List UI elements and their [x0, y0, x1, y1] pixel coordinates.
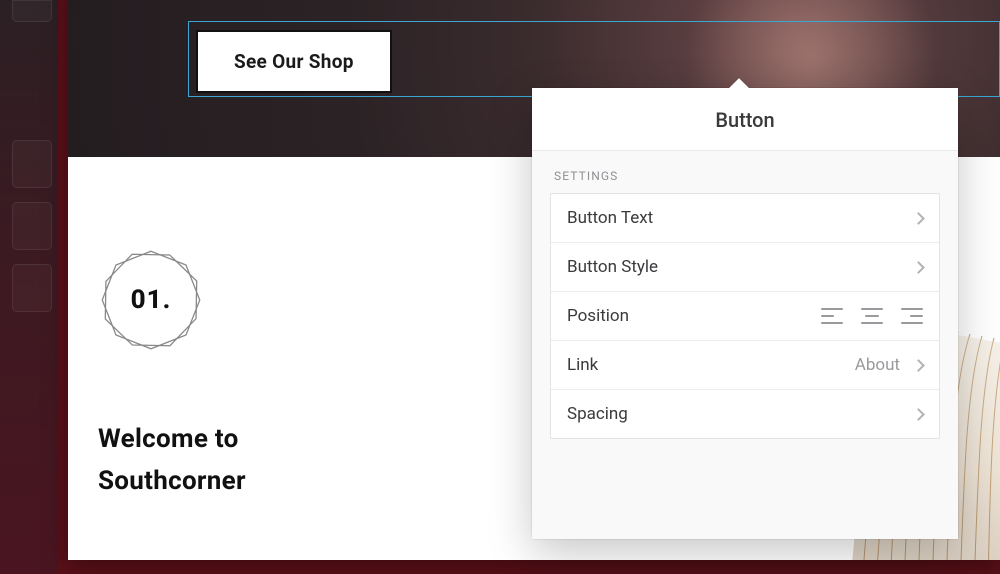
link-current-value: About — [855, 355, 900, 375]
setting-label: Link — [567, 355, 598, 375]
setting-row-position[interactable]: Position — [551, 291, 939, 340]
chevron-right-icon — [912, 261, 925, 274]
chevron-right-icon — [912, 359, 925, 372]
setting-label: Button Text — [567, 208, 653, 228]
app-sidebar — [0, 0, 58, 574]
sidebar-slot[interactable] — [12, 140, 52, 188]
align-left-icon[interactable] — [821, 308, 843, 324]
align-right-icon[interactable] — [901, 308, 923, 324]
sidebar-slot[interactable] — [12, 0, 52, 22]
setting-label: Spacing — [567, 404, 628, 424]
settings-list: Button Text Button Style Position — [550, 193, 940, 439]
button-settings-popover: Button SETTINGS Button Text Button Style… — [532, 88, 958, 539]
sidebar-slot[interactable] — [12, 264, 52, 312]
sidebar-slot[interactable] — [12, 202, 52, 250]
setting-row-link[interactable]: Link About — [551, 340, 939, 389]
welcome-heading: Welcome to Southcorner — [98, 419, 246, 502]
setting-row-button-style[interactable]: Button Style — [551, 242, 939, 291]
welcome-line-2: Southcorner — [98, 461, 246, 503]
align-center-icon[interactable] — [861, 308, 883, 324]
position-align-group — [821, 308, 923, 324]
setting-row-button-text[interactable]: Button Text — [551, 194, 939, 242]
setting-label: Button Style — [567, 257, 658, 277]
welcome-line-1: Welcome to — [98, 419, 246, 461]
setting-label: Position — [567, 306, 629, 326]
see-our-shop-button[interactable]: See Our Shop — [196, 30, 392, 93]
popover-body: SETTINGS Button Text Button Style Positi… — [532, 151, 958, 539]
settings-section-label: SETTINGS — [554, 169, 940, 183]
chevron-right-icon — [912, 408, 925, 421]
setting-row-spacing[interactable]: Spacing — [551, 389, 939, 438]
section-number-badge: 01. — [98, 247, 204, 353]
chevron-right-icon — [912, 212, 925, 225]
badge-number: 01. — [98, 247, 204, 353]
popover-title: Button — [532, 88, 958, 151]
